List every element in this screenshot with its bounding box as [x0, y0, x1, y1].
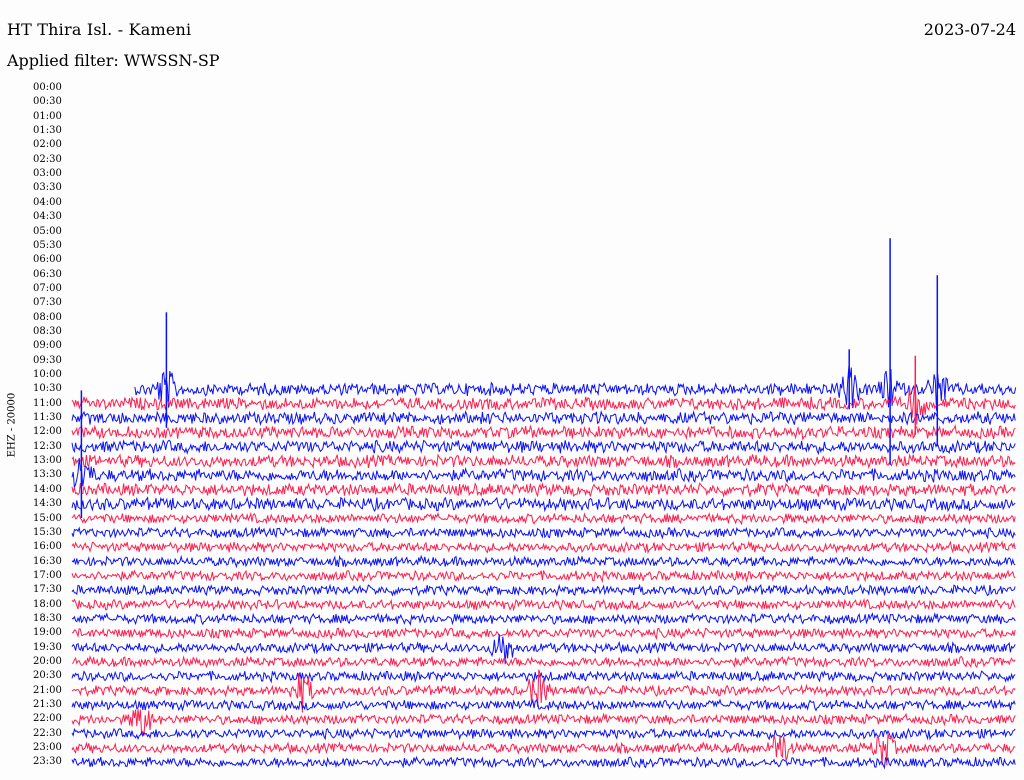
trace-row-2230 [71, 727, 1016, 741]
trace-row-1830 [71, 611, 1016, 627]
trace-row-1630 [71, 554, 1016, 569]
trace-group [71, 365, 1017, 770]
trace-row-1500 [71, 511, 1016, 526]
trace-row-1430 [71, 496, 1016, 513]
trace-row-2330 [71, 755, 1016, 770]
trace-row-1600 [71, 540, 1016, 555]
trace-row-1130 [71, 410, 1016, 427]
trace-row-1730 [71, 583, 1016, 598]
trace-row-1700 [71, 569, 1016, 584]
helicorder-plot [71, 238, 1017, 770]
trace-row-1230 [71, 439, 1016, 456]
trace-row-1400 [71, 481, 1016, 498]
trace-row-1800 [71, 597, 1016, 612]
trace-row-1300 [71, 453, 1016, 470]
trace-row-1530 [71, 525, 1016, 540]
trace-row-1900 [72, 626, 1016, 641]
trace-row-2130 [71, 698, 1016, 712]
trace-row-2000 [71, 655, 1016, 669]
trace-row-1200 [71, 424, 1016, 441]
trace-row-2300 [71, 733, 1016, 766]
